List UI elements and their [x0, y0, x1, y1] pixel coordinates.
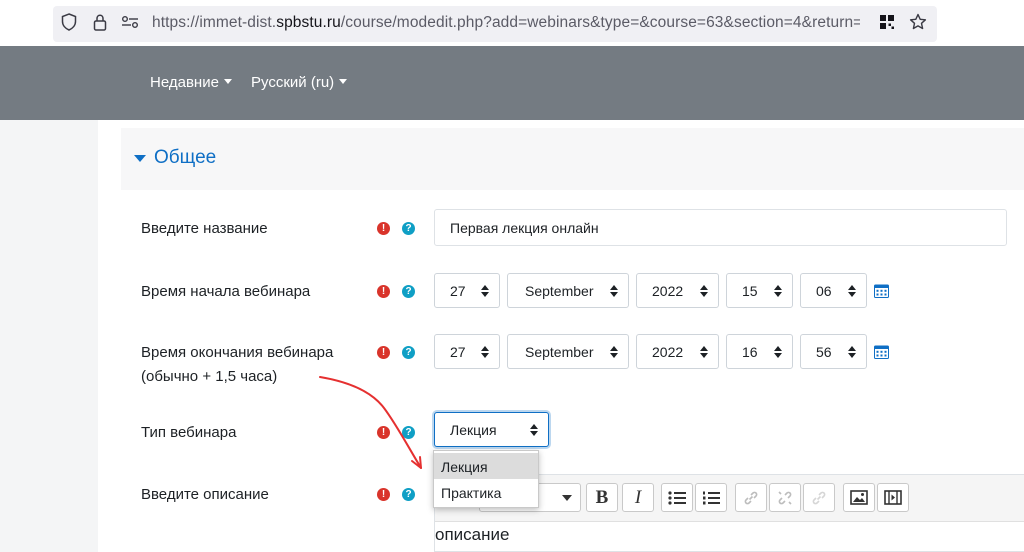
chevron-down-icon — [562, 494, 572, 501]
option-lecture[interactable]: Лекция — [434, 453, 538, 479]
end-minute-value: 56 — [816, 344, 832, 360]
collapse-toggle-icon[interactable] — [134, 155, 146, 162]
webinar-type-select[interactable]: Лекция — [434, 412, 549, 447]
calendar-icon[interactable] — [874, 344, 889, 359]
end-month-value: September — [525, 344, 594, 360]
start-year-value: 2022 — [652, 283, 684, 299]
numbered-list-icon[interactable] — [695, 483, 727, 512]
help-icon[interactable]: ? — [402, 346, 415, 359]
end-day-select[interactable]: 27 — [434, 334, 500, 369]
section-title[interactable]: Общее — [154, 147, 216, 169]
bookmark-star-icon[interactable] — [907, 11, 929, 33]
permissions-icon[interactable] — [119, 11, 141, 33]
end-hour-select[interactable]: 16 — [726, 334, 793, 369]
recent-menu-label: Недавние — [150, 74, 219, 91]
recent-menu[interactable]: Недавние — [150, 74, 232, 91]
end-year-select[interactable]: 2022 — [636, 334, 719, 369]
unlink-icon[interactable] — [769, 483, 801, 512]
updown-icon — [481, 346, 489, 358]
anchor-link-icon[interactable] — [803, 483, 835, 512]
required-icon[interactable]: ! — [377, 222, 390, 235]
site-navbar: Недавние Русский (ru) — [0, 46, 1024, 120]
bold-icon[interactable]: B — [586, 483, 618, 512]
calendar-icon[interactable] — [874, 283, 889, 298]
browser-toolbar: https://immet-dist.spbstu.ru/course/mode… — [0, 0, 1024, 46]
description-label: Введите описание — [141, 486, 269, 503]
url-prefix: https://immet-dist. — [152, 14, 277, 31]
url-text[interactable]: https://immet-dist.spbstu.ru/course/mode… — [152, 14, 860, 32]
end-year-value: 2022 — [652, 344, 684, 360]
start-day-value: 27 — [450, 283, 466, 299]
updown-icon — [774, 346, 782, 358]
language-menu-label: Русский (ru) — [251, 74, 335, 91]
caret-down-icon — [223, 78, 232, 84]
end-time-label-line1: Время окончания вебинара — [141, 344, 334, 361]
start-month-value: September — [525, 283, 594, 299]
end-hour-value: 16 — [742, 344, 758, 360]
bullet-list-icon[interactable] — [661, 483, 693, 512]
url-host: spbstu.ru — [276, 14, 341, 31]
caret-down-icon — [339, 78, 348, 84]
start-hour-select[interactable]: 15 — [726, 273, 793, 308]
updown-icon — [700, 346, 708, 358]
help-icon[interactable]: ? — [402, 285, 415, 298]
start-year-select[interactable]: 2022 — [636, 273, 719, 308]
image-icon[interactable] — [843, 483, 875, 512]
lock-icon[interactable] — [89, 11, 111, 33]
updown-icon — [530, 424, 538, 436]
section-header[interactable] — [121, 128, 1024, 190]
help-icon[interactable]: ? — [402, 488, 415, 501]
end-day-value: 27 — [450, 344, 466, 360]
start-day-select[interactable]: 27 — [434, 273, 500, 308]
updown-icon — [481, 285, 489, 297]
start-month-select[interactable]: September — [507, 273, 629, 308]
start-time-label: Время начала вебинара — [141, 283, 311, 300]
updown-icon — [610, 285, 618, 297]
end-month-select[interactable]: September — [507, 334, 629, 369]
url-path: /course/modedit.php?add=webinars&type=&c… — [340, 14, 860, 31]
left-drawer-area — [0, 120, 98, 552]
end-time-hint: (обычно + 1,5 часа) — [141, 368, 278, 385]
name-input[interactable] — [434, 209, 1007, 246]
language-menu[interactable]: Русский (ru) — [251, 74, 348, 91]
start-minute-value: 06 — [816, 283, 832, 299]
shield-icon[interactable] — [58, 11, 80, 33]
updown-icon — [610, 346, 618, 358]
updown-icon — [848, 285, 856, 297]
editor-content[interactable]: описание — [435, 525, 509, 545]
italic-icon[interactable]: I — [622, 483, 654, 512]
help-icon[interactable]: ? — [402, 222, 415, 235]
updown-icon — [700, 285, 708, 297]
updown-icon — [774, 285, 782, 297]
start-minute-select[interactable]: 06 — [800, 273, 867, 308]
extension-icon[interactable] — [876, 11, 898, 33]
webinar-type-options: Лекция Практика — [433, 450, 539, 508]
media-icon[interactable] — [877, 483, 909, 512]
required-icon[interactable]: ! — [377, 285, 390, 298]
webinar-type-value: Лекция — [450, 422, 497, 438]
end-time-label: Время окончания вебинара (обычно + 1,5 ча… — [141, 341, 333, 389]
help-icon[interactable]: ? — [402, 426, 415, 439]
required-icon[interactable]: ! — [377, 488, 390, 501]
required-icon[interactable]: ! — [377, 346, 390, 359]
option-practice[interactable]: Практика — [434, 479, 538, 505]
end-minute-select[interactable]: 56 — [800, 334, 867, 369]
link-icon[interactable] — [735, 483, 767, 512]
start-hour-value: 15 — [742, 283, 758, 299]
updown-icon — [848, 346, 856, 358]
required-icon[interactable]: ! — [377, 426, 390, 439]
name-label: Введите название — [141, 220, 268, 237]
webinar-type-label: Тип вебинара — [141, 424, 237, 441]
